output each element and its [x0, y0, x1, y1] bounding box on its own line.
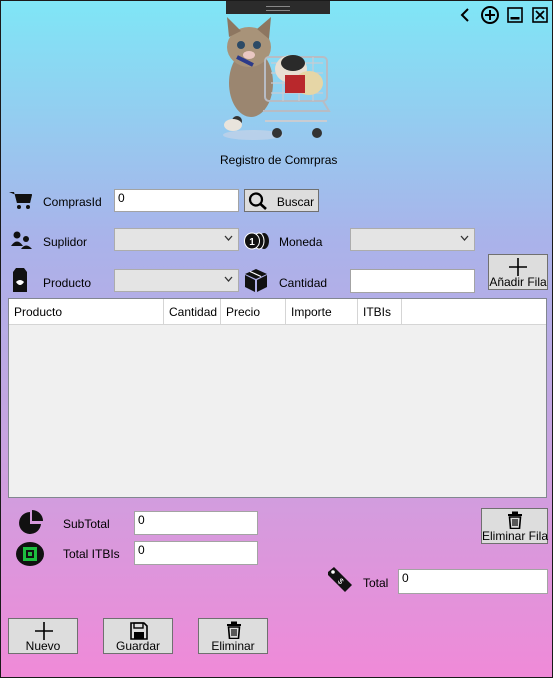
suppliers-icon [11, 231, 32, 249]
grid-header: Producto Cantidad Precio Importe ITBIs [9, 299, 546, 325]
nuevo-button[interactable]: Nuevo [8, 618, 78, 654]
total-label: Total [363, 576, 389, 590]
minimize-icon[interactable] [506, 6, 524, 24]
eliminar-label: Eliminar [211, 639, 255, 653]
plus-icon [509, 258, 527, 276]
cantidad-input[interactable] [350, 269, 475, 293]
column-header-precio[interactable]: Precio [221, 299, 286, 324]
save-icon [130, 622, 148, 640]
producto-label: Producto [43, 276, 92, 290]
back-icon[interactable] [456, 6, 474, 24]
subtotal-input[interactable]: 0 [134, 511, 258, 535]
producto-select[interactable] [114, 269, 239, 292]
anadir-fila-button[interactable]: Añadir Fila [488, 254, 548, 290]
cat-cart-logo-icon [223, 17, 331, 140]
trash-icon [227, 621, 241, 639]
guardar-label: Guardar [115, 639, 161, 653]
chevron-down-icon [224, 235, 233, 241]
product-icon [13, 268, 27, 292]
total-itbis-label: Total ITBIs [63, 547, 120, 561]
chevron-down-icon [224, 276, 233, 282]
compras-id-label: ComprasId [43, 195, 102, 209]
close-icon[interactable] [531, 6, 549, 24]
subtotal-label: SubTotal [63, 517, 110, 531]
add-circle-icon[interactable] [481, 6, 499, 24]
cart-icon [9, 192, 32, 209]
price-tag-icon: $ [328, 567, 352, 592]
search-icon [248, 192, 267, 210]
suplidor-label: Suplidor [43, 235, 88, 249]
suplidor-select[interactable] [114, 228, 239, 251]
total-itbis-input[interactable]: 0 [134, 541, 258, 565]
total-input[interactable]: 0 [398, 569, 548, 594]
moneda-select[interactable] [350, 228, 475, 251]
guardar-button[interactable]: Guardar [103, 618, 173, 654]
column-header-cantidad[interactable]: Cantidad [164, 299, 221, 324]
buscar-button[interactable]: Buscar [244, 189, 319, 212]
plus-icon [35, 622, 53, 640]
tax-chip-icon [16, 542, 44, 566]
box-icon [245, 269, 267, 292]
window-title: Registro de Comrpras [220, 153, 338, 167]
moneda-label: Moneda [279, 235, 323, 249]
buscar-label: Buscar [276, 195, 315, 209]
compras-window: Registro de Comrpras ComprasId 0 Buscar … [0, 0, 553, 678]
column-header-producto[interactable]: Producto [9, 299, 164, 324]
nuevo-label: Nuevo [25, 639, 61, 653]
compras-id-input[interactable]: 0 [114, 189, 239, 212]
trash-icon [508, 511, 522, 529]
anadir-fila-label: Añadir Fila [489, 275, 547, 289]
cantidad-label: Cantidad [279, 276, 328, 290]
column-header-importe[interactable]: Importe [286, 299, 358, 324]
chevron-down-icon [460, 235, 469, 241]
eliminar-fila-button[interactable]: Eliminar Fila [481, 508, 548, 544]
column-header-itbis[interactable]: ITBIs [358, 299, 402, 324]
svg-text:1: 1 [249, 237, 255, 248]
pie-chart-icon [19, 510, 43, 534]
coins-icon: 1 [244, 232, 269, 250]
eliminar-button[interactable]: Eliminar [198, 618, 268, 654]
eliminar-fila-label: Eliminar Fila [482, 529, 549, 543]
compras-detalle-grid[interactable]: Producto Cantidad Precio Importe ITBIs [8, 298, 547, 498]
